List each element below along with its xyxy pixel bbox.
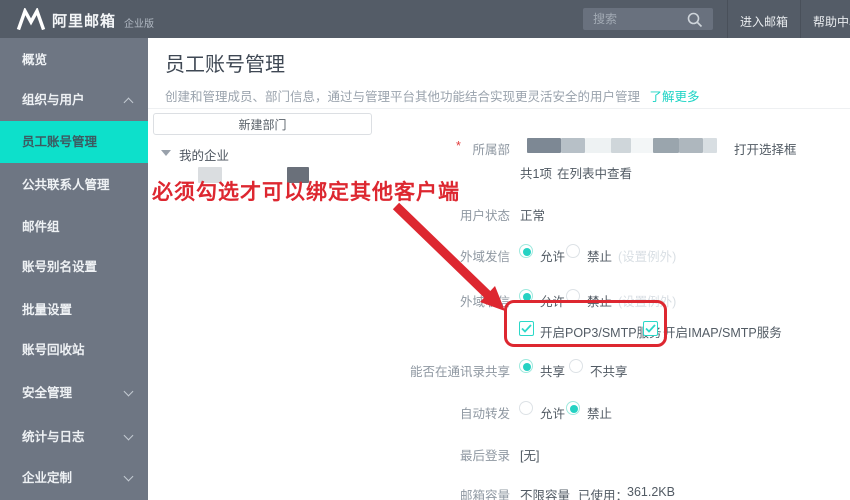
- open-selector-link[interactable]: 打开选择框: [734, 139, 797, 158]
- tree-root-node[interactable]: 我的企业: [179, 145, 229, 164]
- sidebar-item-account-recycle[interactable]: 账号回收站: [0, 336, 148, 364]
- sidebar-item-mail-groups[interactable]: 邮件组: [0, 213, 148, 241]
- last-login-value: [无]: [520, 449, 540, 463]
- sidebar-item-label: 概览: [22, 53, 48, 67]
- share-label: 能否在通讯录共享: [409, 365, 510, 379]
- sidebar-item-employee-accounts[interactable]: 员工账号管理: [0, 121, 148, 163]
- user-status-value: 正常: [520, 209, 546, 223]
- chevron-down-icon: [123, 430, 134, 441]
- chevron-down-icon: [123, 471, 134, 482]
- sidebar-item-label: 统计与日志: [22, 430, 85, 444]
- quota-value: 不限容量: [520, 489, 571, 500]
- chevron-up-icon: [123, 97, 134, 108]
- user-status-label: 用户状态: [459, 209, 510, 223]
- share-no-label: 不共享: [590, 365, 628, 379]
- dept-count: 共1项: [520, 167, 552, 181]
- sidebar-item-label: 邮件组: [22, 220, 60, 234]
- autoforward-forbid-radio[interactable]: [566, 401, 580, 415]
- topbar-divider: [800, 0, 801, 38]
- view-in-list-link[interactable]: 在列表中查看: [557, 163, 632, 182]
- outbound-allow-radio[interactable]: [519, 244, 533, 258]
- inbound-label: 外域收信: [459, 295, 510, 309]
- sidebar-item-alias-settings[interactable]: 账号别名设置: [0, 253, 148, 281]
- autoforward-allow-label: 允许: [540, 407, 566, 421]
- outbound-exception-link[interactable]: (设置例外): [618, 246, 676, 265]
- annotation-highlight-box: [504, 300, 667, 347]
- search-icon[interactable]: [686, 11, 704, 29]
- new-department-button[interactable]: 新建部门: [153, 113, 372, 135]
- autoforward-allow-radio[interactable]: [519, 401, 533, 415]
- page-subtitle: 创建和管理成员、部门信息，通过与管理平台其他功能结合实现更灵活安全的用户管理 了…: [165, 86, 700, 105]
- share-yes-radio[interactable]: [519, 359, 533, 373]
- edition-badge: 企业版: [124, 19, 154, 30]
- alimail-logo-icon: [16, 8, 46, 30]
- outbound-label: 外域发信: [459, 250, 510, 264]
- annotation-text: 必须勾选才可以绑定其他客户端: [152, 181, 460, 204]
- brand-name: 阿里邮箱: [52, 13, 117, 30]
- quota-label: 邮箱容量: [459, 489, 510, 500]
- topbar-divider: [727, 0, 728, 38]
- redacted-dept-value: [527, 138, 717, 153]
- outbound-allow-label: 允许: [540, 250, 566, 264]
- page-subtitle-text: 创建和管理成员、部门信息，通过与管理平台其他功能结合实现更灵活安全的用户管理: [165, 90, 641, 104]
- outbound-forbid-label: 禁止: [587, 250, 613, 264]
- app-window: 阿里邮箱 企业版 进入邮箱 帮助中心 概览 组织与用户 员工账号管理 公共联系人…: [0, 0, 850, 500]
- sidebar-item-label: 组织与用户: [22, 93, 85, 107]
- sidebar-item-org-users[interactable]: 组织与用户: [0, 86, 148, 114]
- quota-used-value: 361.2KB: [627, 485, 675, 499]
- imap-smtp-label: 开启IMAP/SMTP服务: [663, 326, 782, 340]
- autoforward-forbid-label: 禁止: [587, 407, 613, 421]
- autoforward-label: 自动转发: [459, 407, 510, 421]
- topbar: 阿里邮箱 企业版 进入邮箱 帮助中心: [0, 0, 850, 38]
- dept-label: 所属部: [472, 143, 510, 157]
- sidebar: 概览 组织与用户 员工账号管理 公共联系人管理 邮件组 账号别名设置 批量设置 …: [0, 38, 148, 500]
- sidebar-item-label: 企业定制: [22, 471, 73, 485]
- quota-used-label: 已使用：: [578, 489, 629, 500]
- tree-expand-caret-icon[interactable]: [161, 150, 171, 156]
- share-yes-label: 共享: [540, 365, 566, 379]
- sidebar-item-public-contacts[interactable]: 公共联系人管理: [0, 171, 148, 199]
- sidebar-item-label: 批量设置: [22, 303, 73, 317]
- enter-mailbox-button[interactable]: 进入邮箱: [740, 13, 788, 30]
- learn-more-link[interactable]: 了解更多: [650, 90, 700, 104]
- sidebar-item-label: 账号回收站: [22, 343, 85, 357]
- sidebar-item-overview[interactable]: 概览: [0, 46, 148, 74]
- sidebar-item-enterprise-custom[interactable]: 企业定制: [0, 464, 148, 492]
- share-no-radio[interactable]: [569, 359, 583, 373]
- sidebar-item-label: 员工账号管理: [22, 135, 98, 149]
- help-center-button[interactable]: 帮助中心: [813, 13, 850, 30]
- page-title: 员工账号管理: [165, 54, 285, 76]
- sidebar-item-stats-logs[interactable]: 统计与日志: [0, 423, 148, 451]
- sidebar-item-label: 账号别名设置: [22, 260, 98, 274]
- outbound-forbid-radio[interactable]: [566, 244, 580, 258]
- last-login-label: 最后登录: [459, 449, 510, 463]
- chevron-down-icon: [123, 386, 134, 397]
- sidebar-item-label: 公共联系人管理: [22, 178, 110, 192]
- sidebar-item-batch-settings[interactable]: 批量设置: [0, 296, 148, 324]
- sidebar-item-security[interactable]: 安全管理: [0, 379, 148, 407]
- header-divider: [148, 108, 850, 109]
- sidebar-item-label: 安全管理: [22, 386, 73, 400]
